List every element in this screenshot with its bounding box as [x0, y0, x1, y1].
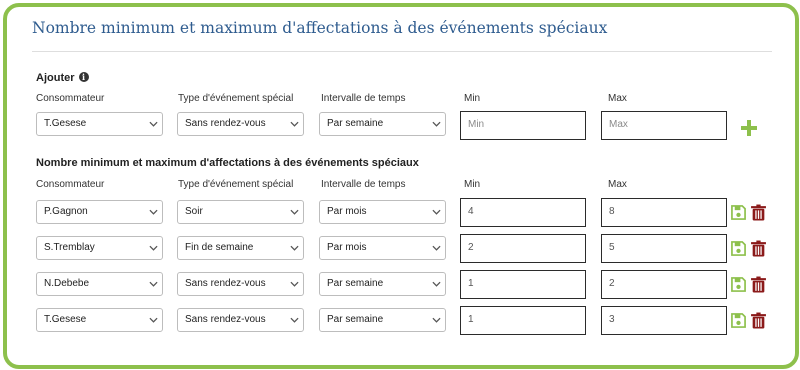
chevron-down-icon: [432, 121, 441, 127]
row-min-input[interactable]: 2: [460, 234, 586, 263]
add-min-input[interactable]: Min: [460, 111, 586, 140]
trash-icon[interactable]: [750, 312, 767, 329]
chevron-down-icon: [432, 281, 441, 287]
row-event-type-select[interactable]: Soir: [177, 200, 304, 224]
plus-icon[interactable]: [741, 120, 757, 136]
row-min-input[interactable]: 1: [460, 270, 586, 299]
trash-icon[interactable]: [750, 204, 767, 221]
row-interval-value: Par semaine: [327, 278, 384, 289]
row-max-input[interactable]: 5: [601, 234, 727, 263]
chevron-down-icon: [290, 209, 299, 215]
chevron-down-icon: [290, 317, 299, 323]
page-title: Nombre minimum et maximum d'affectations…: [32, 19, 608, 37]
add-col-consumer: Consommateur: [36, 93, 105, 104]
add-consumer-value: T.Gesese: [44, 118, 87, 129]
row-consumer-select[interactable]: N.Debebe: [36, 272, 163, 296]
row-interval-select[interactable]: Par semaine: [319, 308, 446, 332]
list-col-interval: Intervalle de temps: [321, 179, 406, 190]
add-col-max: Max: [608, 93, 627, 104]
add-section-heading: Ajouter i: [36, 72, 89, 84]
add-consumer-select[interactable]: T.Gesese: [36, 112, 163, 136]
chevron-down-icon: [290, 245, 299, 251]
row-consumer-select[interactable]: S.Tremblay: [36, 236, 163, 260]
row-interval-value: Par mois: [327, 206, 367, 217]
floppy-disk-icon[interactable]: [731, 241, 746, 256]
floppy-disk-icon[interactable]: [731, 313, 746, 328]
row-event-type-value: Sans rendez-vous: [185, 278, 266, 289]
assignment-limits-panel: Nombre minimum et maximum d'affectations…: [3, 3, 799, 369]
row-max-input[interactable]: 2: [601, 270, 727, 299]
list-section-heading: Nombre minimum et maximum d'affectations…: [36, 157, 419, 169]
row-interval-select[interactable]: Par mois: [319, 236, 446, 260]
chevron-down-icon: [149, 209, 158, 215]
row-consumer-value: T.Gesese: [44, 314, 87, 325]
list-col-event-type: Type d'événement spécial: [178, 179, 294, 190]
row-event-type-select[interactable]: Sans rendez-vous: [177, 308, 304, 332]
chevron-down-icon: [432, 245, 441, 251]
add-col-min: Min: [464, 93, 481, 104]
title-divider: [32, 51, 772, 52]
row-event-type-select[interactable]: Fin de semaine: [177, 236, 304, 260]
add-event-type-select[interactable]: Sans rendez-vous: [177, 112, 304, 136]
floppy-disk-icon[interactable]: [731, 205, 746, 220]
list-col-min: Min: [464, 179, 481, 190]
add-col-event-type: Type d'événement spécial: [178, 93, 294, 104]
row-min-input[interactable]: 4: [460, 198, 586, 227]
floppy-disk-icon[interactable]: [731, 277, 746, 292]
row-interval-value: Par mois: [327, 242, 367, 253]
trash-icon[interactable]: [750, 240, 767, 257]
row-consumer-select[interactable]: T.Gesese: [36, 308, 163, 332]
row-interval-value: Par semaine: [327, 314, 384, 325]
chevron-down-icon: [149, 317, 158, 323]
add-col-interval: Intervalle de temps: [321, 93, 406, 104]
row-event-type-value: Fin de semaine: [185, 242, 254, 253]
row-consumer-select[interactable]: P.Gagnon: [36, 200, 163, 224]
row-consumer-value: P.Gagnon: [44, 206, 88, 217]
chevron-down-icon: [290, 281, 299, 287]
row-event-type-value: Soir: [185, 206, 203, 217]
add-max-input[interactable]: Max: [601, 111, 727, 140]
add-event-type-value: Sans rendez-vous: [185, 118, 266, 129]
row-interval-select[interactable]: Par mois: [319, 200, 446, 224]
list-col-consumer: Consommateur: [36, 179, 105, 190]
chevron-down-icon: [432, 209, 441, 215]
chevron-down-icon: [149, 281, 158, 287]
add-interval-value: Par semaine: [327, 118, 384, 129]
row-consumer-value: S.Tremblay: [44, 242, 95, 253]
chevron-down-icon: [149, 121, 158, 127]
info-icon[interactable]: i: [78, 72, 89, 82]
row-max-input[interactable]: 8: [601, 198, 727, 227]
row-max-input[interactable]: 3: [601, 306, 727, 335]
add-section-label: Ajouter: [36, 72, 75, 84]
row-min-input[interactable]: 1: [460, 306, 586, 335]
chevron-down-icon: [290, 121, 299, 127]
chevron-down-icon: [432, 317, 441, 323]
row-interval-select[interactable]: Par semaine: [319, 272, 446, 296]
add-interval-select[interactable]: Par semaine: [319, 112, 446, 136]
row-consumer-value: N.Debebe: [44, 278, 90, 289]
chevron-down-icon: [149, 245, 158, 251]
trash-icon[interactable]: [750, 276, 767, 293]
list-col-max: Max: [608, 179, 627, 190]
row-event-type-select[interactable]: Sans rendez-vous: [177, 272, 304, 296]
row-event-type-value: Sans rendez-vous: [185, 314, 266, 325]
